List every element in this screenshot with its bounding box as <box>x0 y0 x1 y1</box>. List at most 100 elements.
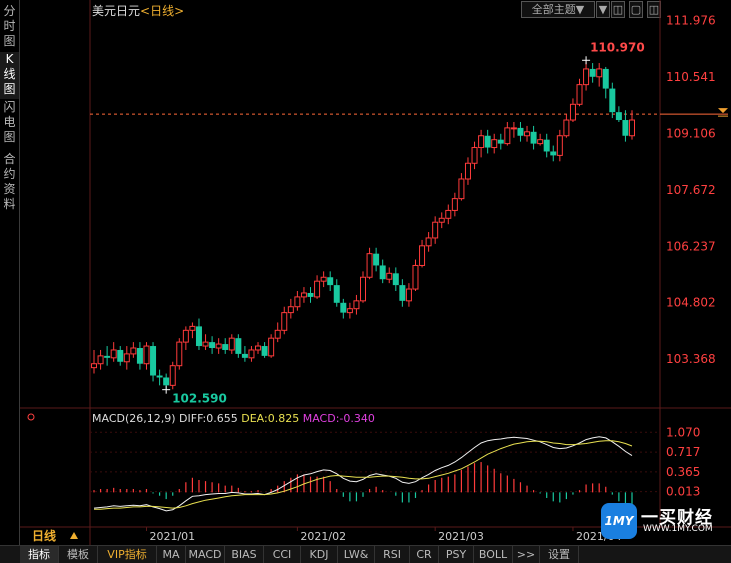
tab-boll[interactable]: BOLL <box>474 546 513 563</box>
candle-body-down <box>195 326 202 347</box>
candle-body-up <box>353 300 360 310</box>
candle-body-down <box>209 342 216 349</box>
low-price-label: 102.590 <box>172 392 227 406</box>
tab-macd[interactable]: MACD <box>186 546 225 563</box>
macd-dea-value: DEA:0.825 <box>241 412 300 425</box>
candle-body-down <box>327 277 334 286</box>
tab-rsi[interactable]: RSI <box>375 546 410 563</box>
candle-body-down <box>235 338 242 354</box>
tab-bias[interactable]: BIAS <box>225 546 264 563</box>
candle-body-up <box>314 280 321 298</box>
tab-psy[interactable]: PSY <box>439 546 474 563</box>
period-selector[interactable]: 日线 <box>20 528 90 544</box>
macd-dea-line <box>94 440 633 510</box>
candle-body-up <box>478 135 485 149</box>
candle-body-up <box>274 329 281 339</box>
candle-body-down <box>163 377 170 386</box>
candle-body-up <box>510 127 517 130</box>
candle-body-up <box>123 353 130 363</box>
chart-window: 分时图 K线图 闪电图 合约资料 美元日元<日线> 全部主题▼ ▼ ◫ ▢ ◫ … <box>0 0 731 563</box>
tab-indicator[interactable]: 指标 <box>20 546 59 563</box>
candle-body-up <box>281 312 288 331</box>
candle-body-up <box>294 296 301 308</box>
tab-template[interactable]: 模板 <box>59 546 98 563</box>
price-tick-label: 107.672 <box>666 183 716 197</box>
candle-body-up <box>268 337 275 357</box>
logo-mark: 1MY <box>601 503 637 539</box>
candle-body-up <box>202 341 209 347</box>
candle-body-up <box>215 343 222 349</box>
candle-body-down <box>136 348 143 364</box>
watermark-logo: 1MY 一买财经 WWW.1MY.COM <box>601 503 726 539</box>
candle-body-up <box>366 253 373 278</box>
macd-tick-label: 0.365 <box>666 465 700 479</box>
tab-lw[interactable]: LW& <box>338 546 375 563</box>
candle-body-up <box>320 276 327 282</box>
candle-body-up <box>255 345 262 351</box>
candle-body-down <box>307 292 314 297</box>
price-tick-label: 110.541 <box>666 70 716 84</box>
tab-cci[interactable]: CCI <box>264 546 301 563</box>
candle-body-up <box>464 162 471 180</box>
candle-body-up <box>143 345 150 365</box>
candle-body-up <box>425 237 432 247</box>
candle-body-down <box>399 285 406 301</box>
macd-tick-label: 0.717 <box>666 445 700 459</box>
candle-body-down <box>602 68 609 89</box>
candle-body-up <box>445 209 452 219</box>
tab-vip-indicator[interactable]: VIP指标 <box>98 546 157 563</box>
candle-body-down <box>261 346 268 356</box>
time-tick-label: 2021/03 <box>438 530 484 543</box>
candle-body-up <box>419 245 426 266</box>
candle-body-up <box>504 127 511 145</box>
candle-body-down <box>222 344 229 350</box>
candle-body-up <box>537 139 544 145</box>
candle-body-up <box>458 178 465 200</box>
candle-body-down <box>373 253 380 266</box>
candle-body-up <box>346 308 353 314</box>
candle-body-up <box>451 198 458 211</box>
candle-body-up <box>432 221 439 239</box>
candle-body-down <box>530 131 537 144</box>
macd-settings-icon <box>27 413 35 421</box>
candle-body-down <box>117 349 124 362</box>
tab-more[interactable]: >> <box>513 546 540 563</box>
candle-body-up <box>182 329 189 343</box>
high-price-label: 110.970 <box>590 40 645 54</box>
tab-cr[interactable]: CR <box>410 546 439 563</box>
candle-body-down <box>340 302 347 313</box>
candle-body-up <box>300 292 307 298</box>
macd-params: MACD(26,12,9) <box>92 412 176 425</box>
candle-body-up <box>248 349 255 359</box>
candle-body-down <box>517 127 524 136</box>
candle-body-up <box>405 288 412 302</box>
tab-kdj[interactable]: KDJ <box>301 546 338 563</box>
candle-body-up <box>360 276 366 302</box>
candle-body-up <box>287 306 294 314</box>
candle-body-down <box>333 285 340 303</box>
candle-body-down <box>550 151 557 156</box>
candle-body-up <box>91 363 97 369</box>
candle-body-up <box>596 68 603 78</box>
candle-body-down <box>497 139 504 144</box>
price-tick-label: 111.976 <box>666 14 716 28</box>
macd-tick-label: 1.070 <box>666 425 700 439</box>
tab-ma[interactable]: MA <box>157 546 186 563</box>
candle-body-down <box>589 68 596 77</box>
time-tick-label: 2021/02 <box>300 530 346 543</box>
candle-body-up <box>524 131 531 137</box>
candle-body-up <box>97 355 104 365</box>
macd-dif-line <box>93 436 633 512</box>
candle-body-up <box>130 347 137 355</box>
candle-body-up <box>228 337 235 351</box>
tab-settings[interactable]: 设置 <box>540 546 579 563</box>
candle-body-up <box>471 147 478 164</box>
kline-chart[interactable]: 111.976 110.541 109.106 107.672 106.237 104.8… <box>0 0 731 545</box>
macd-legend: MACD(26,12,9) DIFF:0.655 DEA:0.825 MACD:… <box>92 412 375 425</box>
price-tick-label: 103.368 <box>666 352 716 366</box>
candle-body-up <box>629 119 635 137</box>
candle-body-up <box>438 217 445 223</box>
candle-body-down <box>379 265 386 280</box>
candle-body-down <box>622 120 629 136</box>
candle-body-up <box>563 119 570 137</box>
